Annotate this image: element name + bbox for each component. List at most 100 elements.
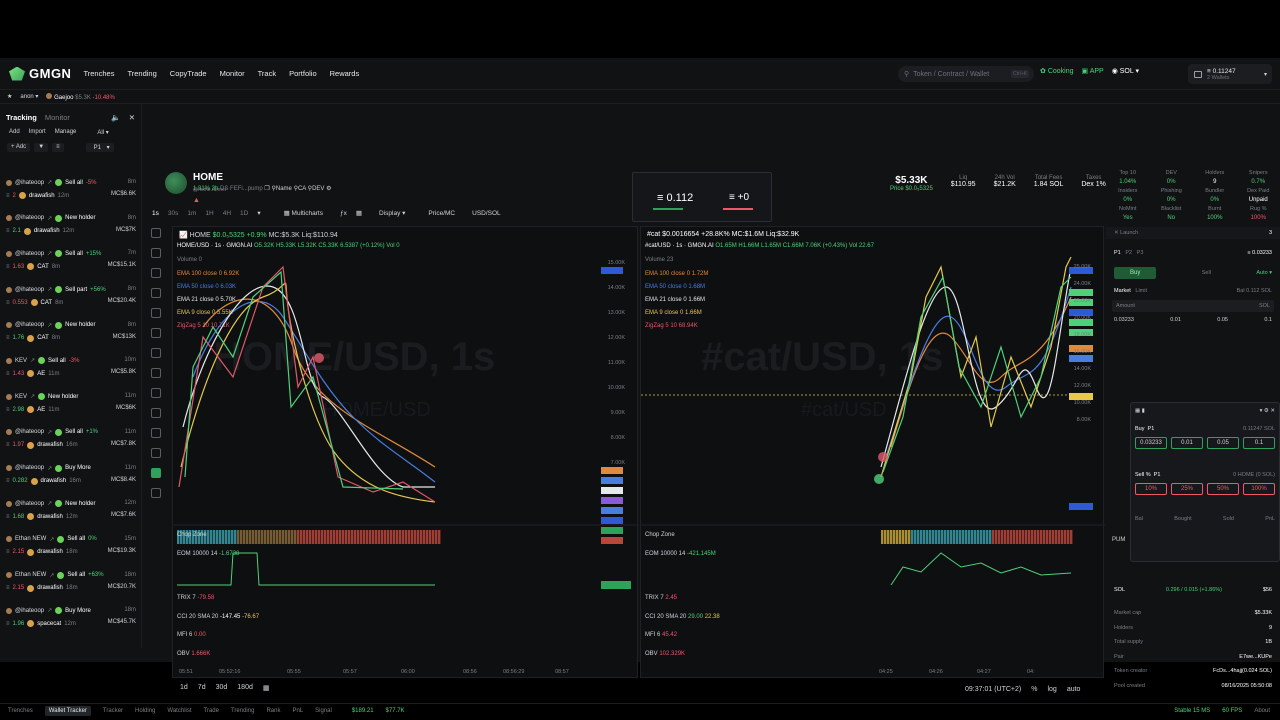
add-button[interactable]: Add	[9, 129, 20, 136]
list-item[interactable]: @ihateoop ↗ Sell all -5% 8m ≡ 2 drawafish 12m MC$…	[0, 174, 142, 210]
eye-tool-icon[interactable]	[151, 448, 161, 458]
interval-1h[interactable]: 1H	[205, 210, 213, 217]
brand-logo[interactable]: GMGN	[9, 66, 71, 81]
feed-token[interactable]: drawafish	[37, 585, 63, 591]
feed-user[interactable]: Ethan NEW	[15, 536, 46, 542]
preset-p3[interactable]: P3	[1137, 250, 1144, 256]
manage-button[interactable]: Manage	[55, 129, 77, 136]
list-item[interactable]: KEV ↗ Sell all -3% 10m ≡ 1.43 AE 11m MC$5.8K	[0, 352, 142, 388]
amount-input[interactable]: Amount SOL	[1112, 300, 1274, 312]
popup-buy-amount-4[interactable]: 0.1	[1243, 437, 1275, 449]
auto-toggle[interactable]: auto	[1067, 686, 1081, 693]
cooking-button[interactable]: ✿ Cooking	[1040, 67, 1074, 75]
feed-token[interactable]: drawafish	[37, 549, 63, 555]
list-item[interactable]: @ihateoop ↗ New holder 12m ≡ 1.68 drawafish 12m…	[0, 495, 142, 531]
feed-token[interactable]: AE	[37, 407, 45, 413]
search-input[interactable]: ⚲ Token / Contract / Wallet Ctrl+K	[898, 66, 1034, 82]
list-item[interactable]: Ethan NEW ↗ Sell all +63% 18m ≡ 2.15 drawafish 1…	[0, 567, 142, 603]
interval-4h[interactable]: 4H	[223, 210, 231, 217]
trendline-tool-icon[interactable]	[151, 248, 161, 258]
funnel-icon[interactable]: ▼	[34, 143, 49, 152]
feed-user[interactable]: @ihateoop	[15, 215, 44, 221]
range-30d[interactable]: 30d	[216, 684, 228, 692]
pattern-tool-icon[interactable]	[151, 288, 161, 298]
feed-user[interactable]: @ihateoop	[15, 251, 44, 257]
indicator-icon[interactable]: ƒx	[340, 210, 347, 217]
range-180d[interactable]: 180d	[237, 684, 253, 692]
popup-sell-pct-3[interactable]: 50%	[1207, 483, 1239, 495]
info-value[interactable]: FcDs...4hajj(0.024 SOL)	[1213, 668, 1272, 674]
emoji-tool-icon[interactable]	[151, 348, 161, 358]
ruler-tool-icon[interactable]	[151, 368, 161, 378]
star-icon[interactable]: ★	[7, 93, 12, 100]
feed-user[interactable]: Ethan NEW	[15, 572, 46, 578]
footer-item[interactable]: Wallet Tracker	[44, 706, 91, 716]
zoom-tool-icon[interactable]	[151, 388, 161, 398]
feed-token[interactable]: drawafish	[34, 228, 60, 234]
chevron-down-icon[interactable]: ▾	[257, 209, 260, 217]
feed-user[interactable]: @ihateoop	[15, 429, 44, 435]
list-item[interactable]: @ihateoop ↗ Buy More 11m ≡ 0.282 drawafish 16m M…	[0, 460, 142, 496]
price-mc-toggle[interactable]: Price/MC	[428, 210, 455, 217]
range-7d[interactable]: 7d	[198, 684, 206, 692]
footer-about[interactable]: About	[1254, 708, 1270, 714]
list-item[interactable]: Ethan NEW ↗ Sell all 0% 15m ≡ 2.15 drawafish 18m…	[0, 531, 142, 567]
preset-p1[interactable]: P1	[1114, 250, 1121, 256]
feed-user[interactable]: @ihateoop	[15, 287, 44, 293]
list-item[interactable]: @ihateoop ↗ Sell part +56% 8m ≡ 0.553 CAT 8m MC$2…	[0, 281, 142, 317]
feed-token[interactable]: drawafish	[37, 514, 63, 520]
filter-all[interactable]: All ▾	[97, 129, 108, 136]
name-link[interactable]: ⚲Name	[271, 186, 291, 192]
percent-toggle[interactable]: %	[1031, 686, 1037, 693]
popup-buy-amount-2[interactable]: 0.01	[1171, 437, 1203, 449]
feed-user[interactable]: @ihateoop	[15, 608, 44, 614]
interval-1d[interactable]: 1D	[240, 210, 248, 217]
sell-tab[interactable]: Sell	[1202, 270, 1211, 276]
chain-select[interactable]: ◉ SOL ▾	[1112, 67, 1139, 75]
feed-user[interactable]: @ihateoop	[15, 501, 44, 507]
launch-row[interactable]: ✕ Launch 3	[1106, 227, 1280, 239]
interval-30s[interactable]: 30s	[168, 210, 178, 217]
nav-track[interactable]: Track	[258, 69, 276, 78]
usd-sol-toggle[interactable]: USD/SOL	[472, 210, 501, 217]
brush-tool-icon[interactable]	[151, 308, 161, 318]
limit-tab[interactable]: Limit	[1135, 288, 1147, 294]
list-item[interactable]: @ihateoop ↗ Sell all +15% 7m ≡ 1.63 CAT 8m MC$15.…	[0, 245, 142, 281]
range-1d[interactable]: 1d	[180, 684, 188, 692]
feed-user[interactable]: KEV	[15, 394, 27, 400]
buy-tab[interactable]: Buy	[1114, 267, 1157, 279]
footer-item[interactable]: Rank	[266, 708, 280, 714]
nav-rewards[interactable]: Rewards	[330, 69, 360, 78]
calendar-icon[interactable]: ▦	[263, 684, 270, 692]
feed-token[interactable]: spacecat	[37, 621, 61, 627]
quick-amount-1[interactable]: 0.03233	[1114, 317, 1134, 323]
chart-home[interactable]: HOME/USD, 1s HOME/USD 📈 HOME $0.0₅5325 +…	[172, 226, 639, 678]
feed-user[interactable]: @ihateoop	[15, 465, 44, 471]
ticker-item[interactable]: Gaejoo $5.3K -10.48%	[46, 92, 115, 101]
popup-sell-pct-2[interactable]: 25%	[1171, 483, 1203, 495]
text-tool-icon[interactable]	[151, 328, 161, 338]
app-button[interactable]: ▣ APP	[1082, 67, 1104, 75]
footer-item[interactable]: Signal	[315, 708, 332, 714]
nav-portfolio[interactable]: Portfolio	[289, 69, 317, 78]
feed-token[interactable]: AE	[37, 371, 45, 377]
auto-tab[interactable]: Auto ▾	[1256, 270, 1272, 276]
preset-select[interactable]: P1 ▾	[85, 143, 114, 152]
wallet-button[interactable]: ≡ 0.11247 2 Wallets ▾	[1188, 64, 1272, 84]
chart-swatch-icon[interactable]	[151, 468, 161, 478]
tab-tracking[interactable]: Tracking	[6, 113, 37, 122]
log-toggle[interactable]: log	[1047, 686, 1056, 693]
layout-icon[interactable]: ▦	[356, 209, 362, 217]
fib-tool-icon[interactable]	[151, 268, 161, 278]
interval-1s[interactable]: 1s	[152, 210, 159, 217]
add-filter-button[interactable]: + Adc	[7, 143, 31, 152]
feed-user[interactable]: KEV	[15, 358, 27, 364]
popup-sell-pct-4[interactable]: 100%	[1243, 483, 1275, 495]
quick-amount-3[interactable]: 0.05	[1217, 317, 1228, 323]
footer-item[interactable]: Trending	[231, 708, 254, 714]
nav-monitor[interactable]: Monitor	[220, 69, 245, 78]
import-button[interactable]: Import	[29, 129, 46, 136]
quick-amount-2[interactable]: 0.01	[1170, 317, 1181, 323]
popup-buy-amount-1[interactable]: 0.03233	[1135, 437, 1167, 449]
interval-1m[interactable]: 1m	[187, 210, 196, 217]
